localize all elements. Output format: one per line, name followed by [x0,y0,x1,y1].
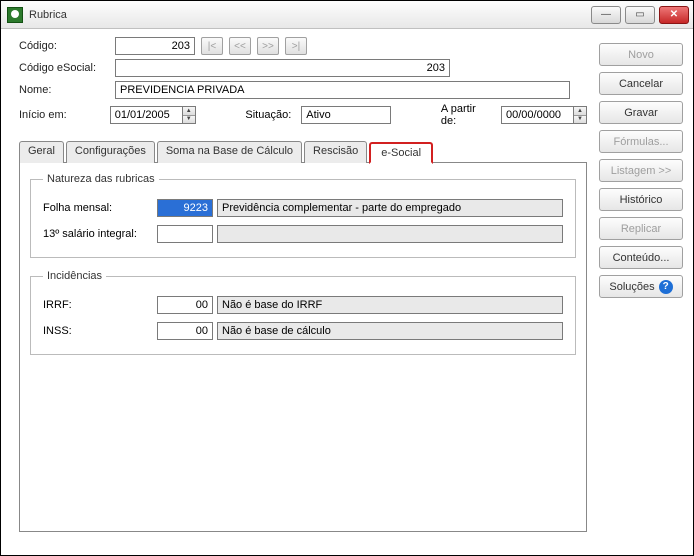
tab-esocial[interactable]: e-Social [369,142,433,164]
inss-code-input[interactable] [157,322,213,340]
decimo-label: 13º salário integral: [43,228,153,240]
apartir-label: A partir de: [441,103,491,127]
tab-configuracoes[interactable]: Configurações [66,141,155,163]
close-button[interactable]: ✕ [659,6,689,24]
chevron-up-icon[interactable]: ▲ [574,107,586,116]
irrf-label: IRRF: [43,299,153,311]
cancelar-button[interactable]: Cancelar [599,72,683,95]
listagem-button[interactable]: Listagem >> [599,159,683,182]
apartir-spinner[interactable]: ▲▼ [501,106,587,124]
irrf-code-input[interactable] [157,296,213,314]
apartir-input[interactable] [501,106,573,124]
gravar-button[interactable]: Gravar [599,101,683,124]
incidencias-legend: Incidências [43,270,106,282]
folha-label: Folha mensal: [43,202,153,214]
inss-desc [217,322,563,340]
tabstrip: Geral Configurações Soma na Base de Cálc… [19,141,587,163]
maximize-button[interactable]: ▭ [625,6,655,24]
folha-desc [217,199,563,217]
replicar-button[interactable]: Replicar [599,217,683,240]
window-title: Rubrica [29,9,591,21]
irrf-desc [217,296,563,314]
chevron-down-icon[interactable]: ▼ [574,116,586,124]
titlebar: Rubrica — ▭ ✕ [1,1,693,29]
nav-prev-button[interactable]: << [229,37,251,55]
incidencias-group: Incidências IRRF: INSS: [30,270,576,355]
sidebar: Novo Cancelar Gravar Fórmulas... Listage… [599,37,683,545]
inicio-input[interactable] [110,106,182,124]
natureza-legend: Natureza das rubricas [43,173,159,185]
codigo-esocial-input[interactable] [115,59,450,77]
tab-geral[interactable]: Geral [19,141,64,163]
solucoes-label: Soluções [609,281,654,293]
historico-button[interactable]: Histórico [599,188,683,211]
nav-first-button[interactable]: |< [201,37,223,55]
formulas-button[interactable]: Fórmulas... [599,130,683,153]
codigo-input[interactable] [115,37,195,55]
solucoes-button[interactable]: Soluções ? [599,275,683,298]
decimo-desc [217,225,563,243]
natureza-group: Natureza das rubricas Folha mensal: 13º … [30,173,576,258]
situacao-input[interactable] [301,106,391,124]
tab-body: Natureza das rubricas Folha mensal: 13º … [19,162,587,532]
nome-input[interactable] [115,81,570,99]
chevron-down-icon[interactable]: ▼ [183,116,195,124]
conteudo-button[interactable]: Conteúdo... [599,246,683,269]
situacao-label: Situação: [245,109,291,121]
chevron-up-icon[interactable]: ▲ [183,107,195,116]
decimo-code-input[interactable] [157,225,213,243]
inss-label: INSS: [43,325,153,337]
app-icon [7,7,23,23]
nav-last-button[interactable]: >| [285,37,307,55]
folha-code-input[interactable] [157,199,213,217]
inicio-spinner[interactable]: ▲▼ [110,106,196,124]
codigo-esocial-label: Código eSocial: [19,62,109,74]
codigo-label: Código: [19,40,109,52]
nome-label: Nome: [19,84,109,96]
novo-button[interactable]: Novo [599,43,683,66]
tab-soma-base[interactable]: Soma na Base de Cálculo [157,141,302,163]
help-icon: ? [659,280,673,294]
nav-next-button[interactable]: >> [257,37,279,55]
tab-rescisao[interactable]: Rescisão [304,141,367,163]
minimize-button[interactable]: — [591,6,621,24]
inicio-label: Início em: [19,109,104,121]
